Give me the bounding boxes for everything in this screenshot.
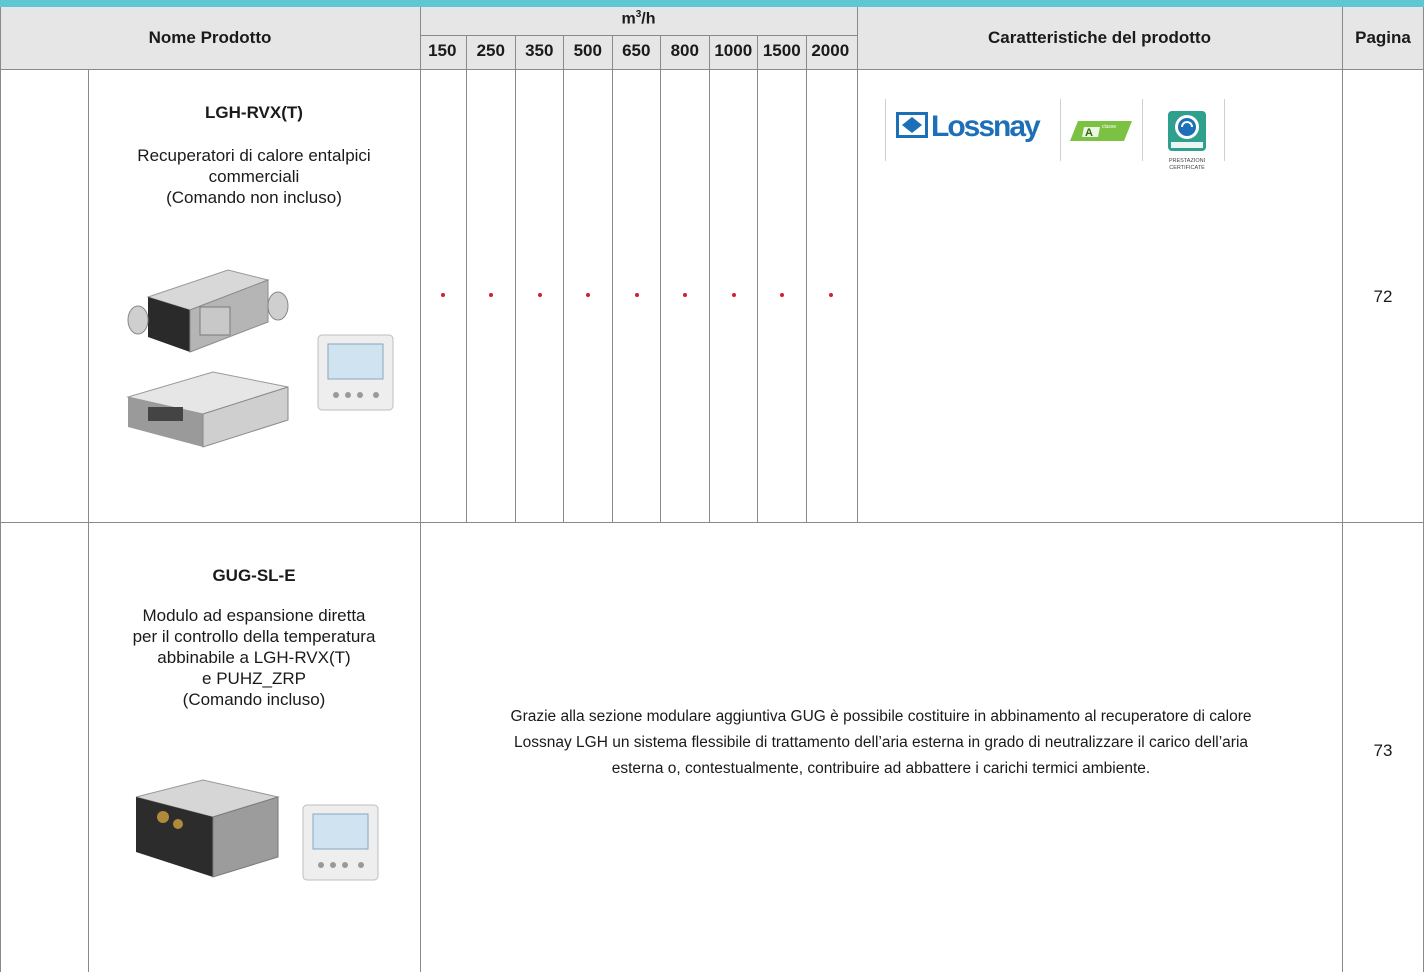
logo-separator-3	[1142, 99, 1143, 161]
top-accent-strip	[0, 0, 1424, 7]
flow-value-1500: 1500	[762, 41, 801, 60]
logo-separator-4	[1224, 99, 1225, 161]
flow-mark-1500	[780, 293, 784, 297]
page-number-gug: 73	[1373, 741, 1393, 760]
header-page-label: Pagina	[1355, 28, 1411, 47]
gug-product-image	[135, 779, 379, 881]
logo-separator-2	[1060, 99, 1061, 161]
flow-value-1000: 1000	[714, 41, 753, 60]
flow-mark-500	[586, 293, 590, 297]
flow-value-250: 250	[476, 41, 505, 60]
flow-value-2000: 2000	[811, 41, 850, 60]
logo-separator-1	[885, 99, 886, 161]
header-name-label: Nome Prodotto	[148, 28, 272, 47]
flow-col-line-4	[612, 35, 613, 522]
product-description-lgh: Recuperatori di calore entalpici commerc…	[137, 146, 371, 207]
header-flow-unit: m3/h	[621, 9, 656, 28]
flow-value-350: 350	[525, 41, 554, 60]
flow-value-650: 650	[622, 41, 651, 60]
flow-mark-800	[683, 293, 687, 297]
page-number-lgh: 72	[1373, 287, 1393, 306]
certification-badge: PRESTAZIONI CERTIFICATE	[1168, 111, 1206, 171]
svg-text:Lossnay: Lossnay	[931, 110, 1041, 143]
flow-value-500: 500	[573, 41, 602, 60]
svg-text:PRESTAZIONI: PRESTAZIONI	[1169, 158, 1206, 164]
svg-text:classe: classe	[1102, 124, 1116, 130]
flow-col-line-3	[563, 35, 564, 522]
flow-subheader-divider	[420, 35, 857, 36]
flow-mark-250	[489, 293, 493, 297]
flow-col-line-2	[515, 35, 516, 522]
flow-mark-150	[441, 293, 445, 297]
table-left-border	[0, 7, 1, 972]
flow-col-line-5	[660, 35, 661, 522]
gug-features-text: Grazie alla sezione modulare aggiuntiva …	[510, 708, 1252, 777]
header-features-label: Caratteristiche del prodotto	[988, 28, 1211, 47]
product-title-gug: GUG-SL-E	[212, 566, 296, 585]
col-divider-name	[420, 7, 421, 972]
product-description-gug: Modulo ad espansione diretta per il cont…	[132, 606, 376, 709]
col-divider-features	[857, 7, 858, 522]
flow-value-150: 150	[428, 41, 457, 60]
row-divider	[0, 522, 1424, 523]
flow-col-line-1	[466, 35, 467, 522]
flow-col-line-8	[806, 35, 807, 522]
svg-text:CERTIFICATE: CERTIFICATE	[1169, 165, 1205, 171]
product-title-lgh: LGH-RVX(T)	[205, 103, 303, 122]
flow-mark-1000	[732, 293, 736, 297]
lgh-product-image	[126, 269, 394, 448]
flow-mark-650	[635, 293, 639, 297]
energy-class-a-badge: A classe	[1070, 121, 1132, 141]
flow-col-line-7	[757, 35, 758, 522]
svg-text:A: A	[1085, 127, 1093, 139]
col-divider-page	[1342, 7, 1343, 972]
flow-mark-350	[538, 293, 542, 297]
product-table: Nome Prodotto m3/h Caratteristiche del p…	[0, 7, 1424, 972]
flow-col-line-6	[709, 35, 710, 522]
flow-mark-2000	[829, 293, 833, 297]
flow-value-800: 800	[670, 41, 699, 60]
header-bottom-rule	[0, 69, 1424, 70]
lossnay-logo: Lossnay	[896, 110, 1043, 143]
